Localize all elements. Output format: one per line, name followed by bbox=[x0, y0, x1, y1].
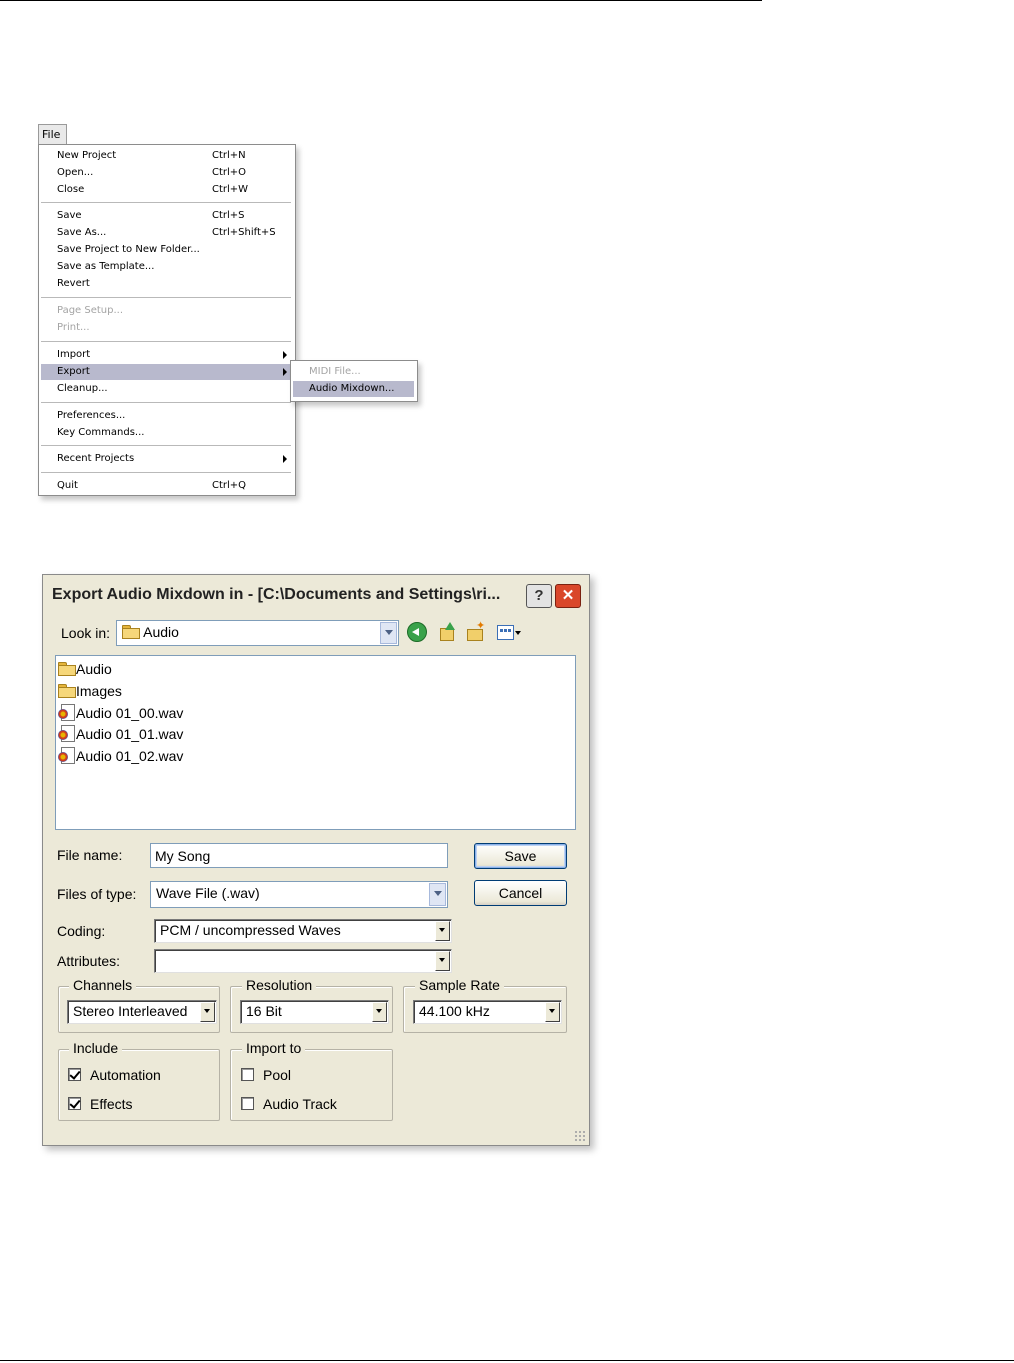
wav-file-icon bbox=[58, 747, 76, 764]
menu-item-preferences[interactable]: Preferences... bbox=[41, 408, 293, 424]
submenu-arrow-icon bbox=[283, 368, 287, 376]
checkbox-unchecked-icon[interactable] bbox=[241, 1068, 254, 1081]
submenu-item-midi-file: MIDI File... bbox=[309, 366, 361, 377]
file-name-input[interactable] bbox=[150, 843, 448, 868]
checkbox-checked-icon[interactable] bbox=[68, 1097, 81, 1110]
resize-grip-icon[interactable] bbox=[574, 1130, 586, 1142]
menu-item-save-as-template[interactable]: Save as Template... bbox=[41, 259, 293, 275]
list-item[interactable]: Audio 01_02.wav bbox=[58, 746, 183, 766]
menu-item-import[interactable]: Import bbox=[41, 347, 293, 363]
include-group-title: Include bbox=[69, 1040, 123, 1056]
dropdown-arrow-icon[interactable] bbox=[372, 1002, 387, 1022]
up-one-level-icon[interactable] bbox=[437, 622, 457, 642]
audio-track-checkbox[interactable]: Audio Track bbox=[241, 1096, 381, 1114]
dropdown-arrow-icon[interactable] bbox=[545, 1002, 560, 1022]
menu-separator bbox=[41, 341, 291, 342]
list-item[interactable]: Audio bbox=[58, 659, 112, 679]
save-button[interactable]: Save bbox=[474, 843, 567, 869]
dropdown-arrow-icon[interactable] bbox=[380, 622, 397, 644]
folder-icon bbox=[58, 662, 76, 676]
import-to-group-title: Import to bbox=[242, 1040, 306, 1056]
files-of-type-dropdown[interactable]: Wave File (.wav) bbox=[150, 881, 448, 908]
menu-item-open[interactable]: Open... Ctrl+O bbox=[41, 165, 293, 181]
menu-separator bbox=[41, 202, 291, 203]
file-list[interactable]: Audio Images Audio 01_00.wav Audio 01_01… bbox=[55, 655, 576, 830]
coding-label: Coding: bbox=[57, 923, 106, 939]
folder-icon bbox=[122, 625, 140, 639]
dropdown-arrow-icon[interactable] bbox=[429, 883, 446, 906]
menu-separator bbox=[41, 445, 291, 446]
help-button[interactable]: ? bbox=[526, 584, 552, 608]
menu-item-save-project-to-new-folder[interactable]: Save Project to New Folder... bbox=[41, 242, 293, 258]
attributes-dropdown[interactable] bbox=[154, 949, 452, 973]
sample-rate-dropdown[interactable]: 44.100 kHz bbox=[413, 1000, 562, 1024]
resolution-dropdown[interactable]: 16 Bit bbox=[240, 1000, 389, 1024]
dialog-title: Export Audio Mixdown in - [C:\Documents … bbox=[52, 586, 501, 603]
file-menu: New Project Ctrl+N Open... Ctrl+O Close … bbox=[38, 144, 296, 496]
menu-item-save[interactable]: Save Ctrl+S bbox=[41, 208, 293, 224]
effects-checkbox[interactable]: Effects bbox=[68, 1096, 208, 1114]
submenu-arrow-icon bbox=[283, 351, 287, 359]
back-icon[interactable] bbox=[407, 622, 427, 642]
menu-item-export[interactable]: Export bbox=[41, 364, 293, 380]
menu-item-close[interactable]: Close Ctrl+W bbox=[41, 182, 293, 198]
channels-group-title: Channels bbox=[69, 977, 137, 993]
menu-item-recent-projects[interactable]: Recent Projects bbox=[41, 451, 293, 467]
menu-separator bbox=[41, 402, 291, 403]
dialog-titlebar[interactable]: Export Audio Mixdown in - [C:\Documents … bbox=[43, 575, 589, 613]
export-submenu: MIDI File... Audio Mixdown... bbox=[290, 360, 418, 402]
menu-item-quit[interactable]: Quit Ctrl+Q bbox=[41, 478, 293, 494]
sample-rate-group-title: Sample Rate bbox=[415, 977, 504, 993]
menu-item-page-setup: Page Setup... bbox=[57, 305, 124, 316]
menu-separator bbox=[41, 472, 291, 473]
menubar-file[interactable]: File bbox=[38, 124, 67, 145]
view-menu-icon[interactable] bbox=[496, 622, 524, 642]
attributes-label: Attributes: bbox=[57, 953, 121, 969]
pool-checkbox[interactable]: Pool bbox=[241, 1067, 381, 1085]
dropdown-arrow-icon[interactable] bbox=[435, 951, 450, 971]
dropdown-arrow-icon[interactable] bbox=[435, 921, 450, 941]
wav-file-icon bbox=[58, 725, 76, 742]
resolution-group-title: Resolution bbox=[242, 977, 317, 993]
menu-item-save-as[interactable]: Save As... Ctrl+Shift+S bbox=[41, 225, 293, 241]
look-in-label: Look in: bbox=[61, 625, 111, 641]
page-top-rule bbox=[0, 0, 762, 1]
list-item[interactable]: Audio 01_01.wav bbox=[58, 724, 183, 744]
menu-item-cleanup[interactable]: Cleanup... bbox=[41, 381, 293, 397]
checkbox-unchecked-icon[interactable] bbox=[241, 1097, 254, 1110]
cancel-button[interactable]: Cancel bbox=[474, 880, 567, 906]
automation-checkbox[interactable]: Automation bbox=[68, 1067, 208, 1085]
menu-item-revert[interactable]: Revert bbox=[41, 276, 293, 292]
look-in-value: Audio bbox=[143, 624, 179, 640]
file-name-label: File name: bbox=[57, 847, 123, 863]
list-item[interactable]: Images bbox=[58, 681, 122, 701]
channels-dropdown[interactable]: Stereo Interleaved bbox=[67, 1000, 217, 1024]
dropdown-arrow-icon[interactable] bbox=[200, 1002, 215, 1022]
close-button[interactable]: ✕ bbox=[555, 584, 581, 608]
list-item[interactable]: Audio 01_00.wav bbox=[58, 703, 183, 723]
files-of-type-label: Files of type: bbox=[57, 886, 137, 902]
submenu-arrow-icon bbox=[283, 455, 287, 463]
new-folder-icon[interactable] bbox=[466, 619, 486, 642]
wav-file-icon bbox=[58, 704, 76, 721]
checkbox-checked-icon[interactable] bbox=[68, 1068, 81, 1081]
menu-item-key-commands[interactable]: Key Commands... bbox=[41, 425, 293, 441]
folder-icon bbox=[58, 684, 76, 698]
coding-dropdown[interactable]: PCM / uncompressed Waves bbox=[154, 919, 452, 943]
menu-separator bbox=[41, 297, 291, 298]
look-in-dropdown[interactable]: Audio bbox=[116, 620, 399, 646]
submenu-item-audio-mixdown[interactable]: Audio Mixdown... bbox=[293, 381, 414, 397]
menu-item-print: Print... bbox=[57, 322, 90, 333]
page-bottom-rule bbox=[0, 1360, 1014, 1361]
menu-item-new-project[interactable]: New Project Ctrl+N bbox=[41, 148, 293, 164]
